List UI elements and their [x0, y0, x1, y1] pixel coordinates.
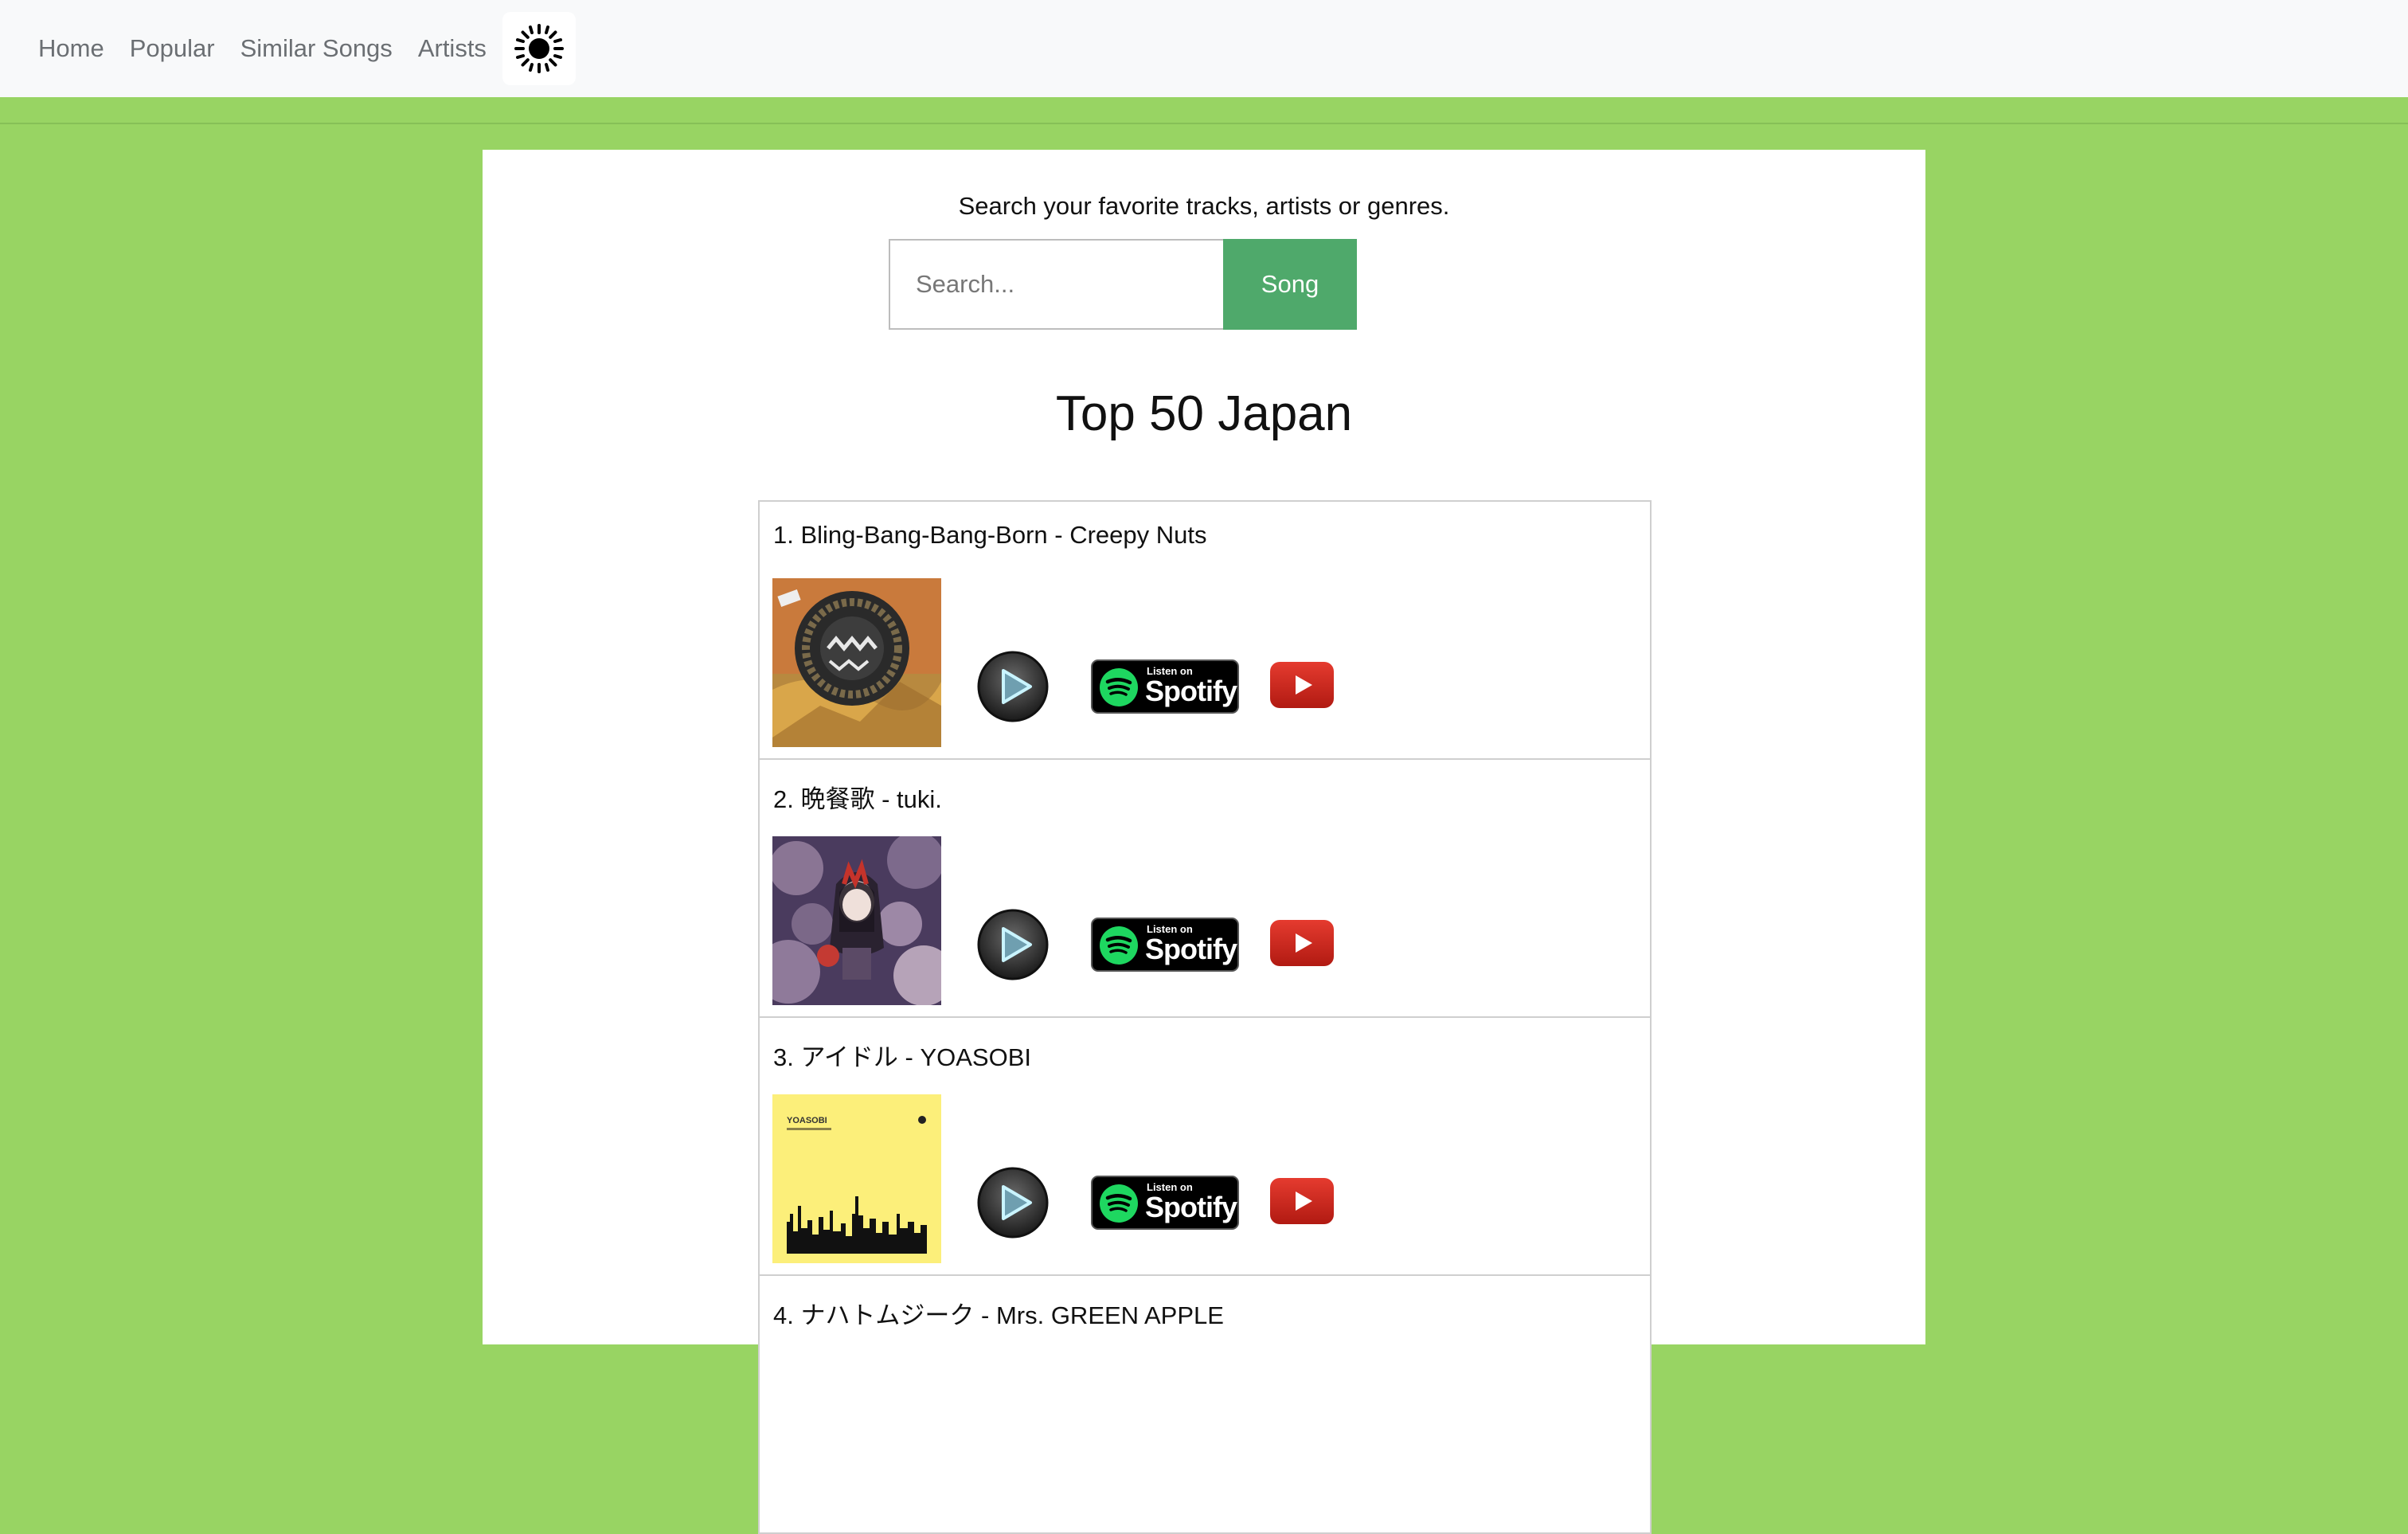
track-list: 1. Bling-Bang-Bang-Born - Creepy Nuts Li…	[758, 500, 1652, 1534]
main-card: Search your favorite tracks, artists or …	[483, 150, 1925, 1534]
track-title: 3. アイドル - YOASOBI	[773, 1043, 1032, 1071]
page-title: Top 50 Japan	[1055, 386, 1353, 441]
track-item: 3. アイドル - YOASOBI YOASOBI Listen on Spot…	[758, 1018, 1652, 1276]
youtube-icon[interactable]	[1269, 661, 1335, 709]
spotify-big-label: Spotify	[1145, 1191, 1237, 1223]
spotify-button[interactable]: Listen on Spotify	[1091, 659, 1239, 714]
track-title: 2. 晩餐歌 - tuki.	[773, 785, 942, 813]
track-title: 1. Bling-Bang-Bang-Born - Creepy Nuts	[773, 521, 1207, 549]
search-input[interactable]	[889, 239, 1223, 330]
nav-popular[interactable]: Popular	[130, 28, 215, 69]
play-icon[interactable]	[976, 1166, 1050, 1239]
youtube-icon[interactable]	[1269, 1177, 1335, 1225]
search-hint: Search your favorite tracks, artists or …	[958, 192, 1450, 220]
album-art	[772, 578, 941, 747]
nav-home[interactable]: Home	[38, 28, 104, 69]
search-form: Song	[889, 239, 1357, 330]
sun-icon	[514, 24, 564, 73]
track-item: 2. 晩餐歌 - tuki. Listen on Spotify	[758, 760, 1652, 1018]
play-icon[interactable]	[976, 650, 1050, 723]
track-item: 4. ナハトムジーク - Mrs. GREEN APPLE	[758, 1276, 1652, 1534]
play-icon[interactable]	[976, 908, 1050, 981]
album-art	[772, 836, 941, 1005]
navbar: Home Popular Similar Songs Artists	[0, 0, 2408, 97]
youtube-icon[interactable]	[1269, 919, 1335, 967]
spotify-button[interactable]: Listen on Spotify	[1091, 918, 1239, 972]
spotify-icon	[1100, 1184, 1138, 1223]
spotify-big-label: Spotify	[1145, 933, 1237, 965]
theme-toggle-button[interactable]	[502, 12, 576, 85]
spotify-big-label: Spotify	[1145, 675, 1237, 707]
spotify-icon	[1100, 668, 1138, 706]
track-title: 4. ナハトムジーク - Mrs. GREEN APPLE	[773, 1301, 1224, 1329]
spotify-button[interactable]: Listen on Spotify	[1091, 1176, 1239, 1230]
nav-similar-songs[interactable]: Similar Songs	[240, 28, 393, 69]
album-art-tag: YOASOBI	[787, 1116, 827, 1125]
album-art: YOASOBI	[772, 1094, 941, 1263]
nav-artists[interactable]: Artists	[418, 28, 487, 69]
spotify-icon	[1100, 926, 1138, 965]
track-item: 1. Bling-Bang-Bang-Born - Creepy Nuts Li…	[758, 500, 1652, 760]
divider	[0, 123, 2408, 124]
song-search-button[interactable]: Song	[1223, 239, 1357, 330]
